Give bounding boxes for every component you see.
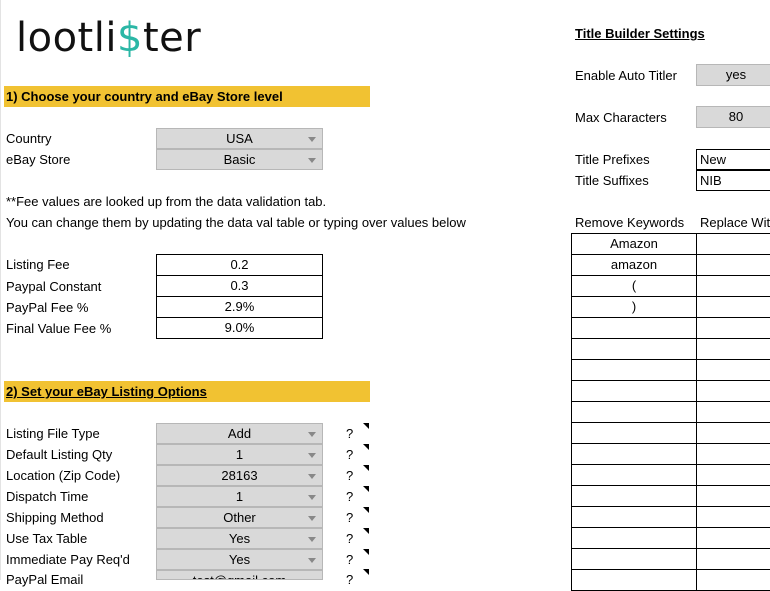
option-label: Default Listing Qty <box>6 447 113 462</box>
comment-marker-icon <box>363 444 369 450</box>
paypal-fee-field[interactable]: 2.9% <box>156 296 323 318</box>
remove-keyword-cell[interactable] <box>571 401 697 423</box>
fee-note-line2: You can change them by updating the data… <box>6 215 466 230</box>
replace-with-cell[interactable] <box>696 548 770 570</box>
comment-marker-icon <box>363 569 369 575</box>
option-label: Location (Zip Code) <box>6 468 121 483</box>
remove-keyword-cell[interactable] <box>571 569 697 591</box>
remove-keyword-cell[interactable] <box>571 359 697 381</box>
replace-with-cell[interactable] <box>696 338 770 360</box>
ebay-store-dropdown[interactable]: Basic <box>156 149 323 170</box>
remove-keyword-cell[interactable]: ( <box>571 275 697 297</box>
fee-label: Listing Fee <box>6 257 70 272</box>
ebay-store-label: eBay Store <box>6 152 71 167</box>
paypal-email-field[interactable]: test@gmail.com <box>156 570 323 580</box>
remove-keyword-cell[interactable] <box>571 548 697 570</box>
country-dropdown[interactable]: USA <box>156 128 323 149</box>
title-prefixes-label: Title Prefixes <box>575 152 650 167</box>
remove-keyword-cell[interactable] <box>571 422 697 444</box>
remove-keyword-cell[interactable] <box>571 464 697 486</box>
replace-with-cell[interactable] <box>696 569 770 591</box>
dispatch-time-dropdown[interactable]: 1 <box>156 486 323 507</box>
remove-keyword-cell[interactable]: ) <box>571 296 697 318</box>
section-header-country: 1) Choose your country and eBay Store le… <box>4 86 370 107</box>
replace-with-cell[interactable] <box>696 275 770 297</box>
fee-note-line1: **Fee values are looked up from the data… <box>6 194 327 209</box>
fee-label: PayPal Fee % <box>6 300 89 315</box>
option-label: Listing File Type <box>6 426 100 441</box>
remove-keyword-cell[interactable] <box>571 485 697 507</box>
listing-fee-field[interactable]: 0.2 <box>156 254 323 276</box>
replace-with-cell[interactable] <box>696 464 770 486</box>
help-icon[interactable]: ? <box>346 507 353 528</box>
remove-keyword-cell[interactable] <box>571 443 697 465</box>
comment-marker-icon <box>363 486 369 492</box>
replace-with-cell[interactable] <box>696 401 770 423</box>
comment-marker-icon <box>363 549 369 555</box>
grid-line <box>0 0 1 580</box>
replace-with-header: Replace With <box>700 215 770 230</box>
help-icon[interactable]: ? <box>346 444 353 465</box>
auto-titler-label: Enable Auto Titler <box>575 68 677 83</box>
help-icon[interactable]: ? <box>346 528 353 549</box>
replace-with-cell[interactable] <box>696 233 770 255</box>
help-icon[interactable]: ? <box>346 423 353 444</box>
replace-with-cell[interactable] <box>696 254 770 276</box>
fee-label: Final Value Fee % <box>6 321 112 336</box>
country-label: Country <box>6 131 52 146</box>
zip-code-field[interactable]: 28163 <box>156 465 323 486</box>
title-suffixes-field[interactable]: NIB <box>696 170 770 191</box>
comment-marker-icon <box>363 423 369 429</box>
help-icon[interactable]: ? <box>346 486 353 507</box>
auto-titler-field[interactable]: yes <box>696 64 770 86</box>
remove-keywords-header: Remove Keywords <box>575 215 685 230</box>
paypal-constant-field[interactable]: 0.3 <box>156 275 323 297</box>
remove-keyword-cell[interactable] <box>571 317 697 339</box>
replace-with-cell[interactable] <box>696 422 770 444</box>
listing-file-type-dropdown[interactable]: Add <box>156 423 323 444</box>
max-characters-field[interactable]: 80 <box>696 106 770 128</box>
replace-with-cell[interactable] <box>696 296 770 318</box>
lootlister-logo: lootli$ter <box>16 15 202 61</box>
comment-marker-icon <box>363 528 369 534</box>
max-characters-label: Max Characters <box>575 110 667 125</box>
shipping-method-dropdown[interactable]: Other <box>156 507 323 528</box>
remove-keyword-cell[interactable] <box>571 527 697 549</box>
fee-label: Paypal Constant <box>6 279 102 294</box>
title-suffixes-label: Title Suffixes <box>575 173 649 188</box>
final-value-fee-field[interactable]: 9.0% <box>156 317 323 339</box>
option-label: Immediate Pay Req'd <box>6 552 130 567</box>
remove-keyword-cell[interactable] <box>571 338 697 360</box>
replace-with-cell[interactable] <box>696 380 770 402</box>
option-label: Shipping Method <box>6 510 104 525</box>
replace-with-cell[interactable] <box>696 317 770 339</box>
remove-keyword-cell[interactable]: Amazon <box>571 233 697 255</box>
remove-keyword-cell[interactable]: amazon <box>571 254 697 276</box>
use-tax-table-dropdown[interactable]: Yes <box>156 528 323 549</box>
option-label: Dispatch Time <box>6 489 89 504</box>
section-header-listing-options: 2) Set your eBay Listing Options <box>4 381 370 402</box>
help-icon[interactable]: ? <box>346 465 353 486</box>
title-prefixes-field[interactable]: New <box>696 149 770 170</box>
replace-with-cell[interactable] <box>696 527 770 549</box>
replace-with-cell[interactable] <box>696 359 770 381</box>
comment-marker-icon <box>363 507 369 513</box>
replace-with-cell[interactable] <box>696 443 770 465</box>
option-label: Use Tax Table <box>6 531 88 546</box>
remove-keyword-cell[interactable] <box>571 506 697 528</box>
immediate-pay-dropdown[interactable]: Yes <box>156 549 323 570</box>
remove-keyword-cell[interactable] <box>571 380 697 402</box>
comment-marker-icon <box>363 465 369 471</box>
help-icon[interactable]: ? <box>346 549 353 570</box>
replace-with-cell[interactable] <box>696 506 770 528</box>
replace-with-cell[interactable] <box>696 485 770 507</box>
title-builder-heading: Title Builder Settings <box>575 26 705 41</box>
default-listing-qty-field[interactable]: 1 <box>156 444 323 465</box>
